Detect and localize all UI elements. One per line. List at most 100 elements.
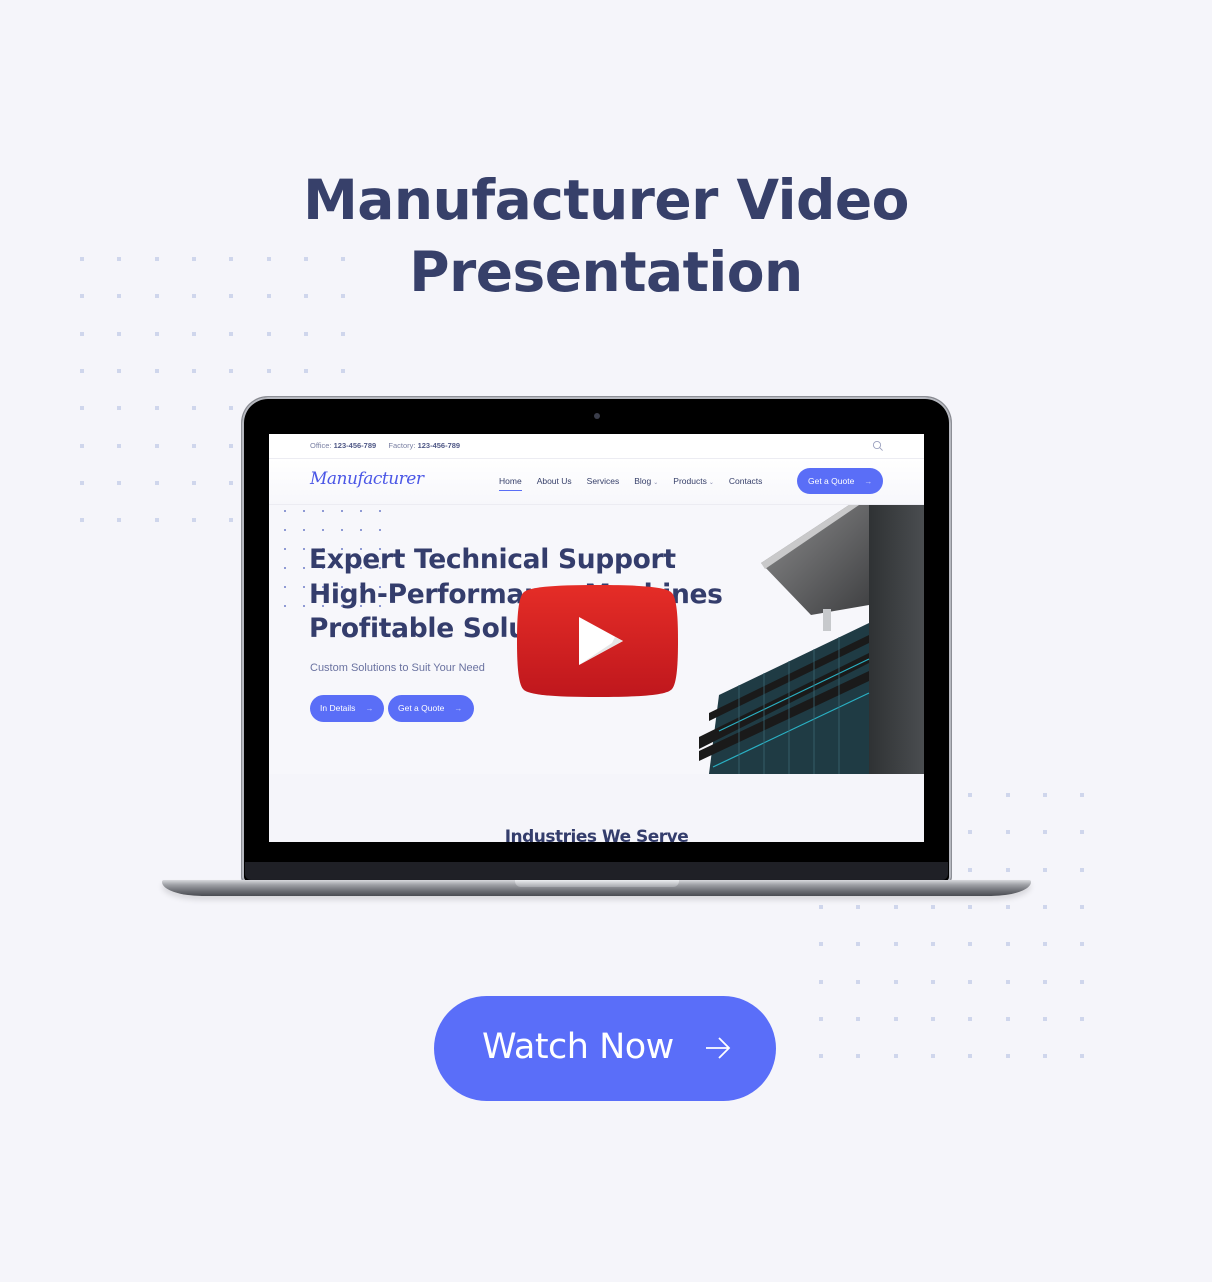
decorative-dot	[154, 518, 159, 523]
decorative-dot	[968, 867, 973, 872]
decorative-dot	[856, 904, 861, 909]
decorative-dot	[303, 548, 305, 550]
decorative-dot	[819, 1054, 823, 1059]
nav-item-contacts[interactable]: Contacts	[729, 476, 763, 486]
decorative-dot	[154, 406, 159, 411]
decorative-dot	[117, 443, 122, 448]
nav-item-home[interactable]: Home	[499, 476, 522, 491]
decorative-dot	[968, 793, 973, 797]
watch-now-button[interactable]: Watch Now	[434, 996, 776, 1101]
decorative-dot	[117, 480, 122, 485]
decorative-dot	[360, 529, 362, 531]
decorative-dot	[341, 331, 346, 336]
decorative-dot	[284, 529, 286, 531]
decorative-dot	[856, 1054, 861, 1059]
decorative-dot	[117, 406, 122, 411]
decorative-dot	[1080, 830, 1085, 835]
laptop-notch	[515, 880, 679, 887]
decorative-dot	[284, 605, 286, 607]
decorative-dot	[322, 529, 324, 531]
decorative-dot	[968, 904, 973, 909]
nav-item-blog[interactable]: Blog ⌄	[634, 476, 658, 486]
decorative-dot	[968, 830, 973, 835]
decorative-dot	[893, 942, 898, 947]
decorative-dot	[80, 368, 84, 373]
site-topbar: Office: 123-456-789 Factory: 123-456-789	[269, 434, 924, 459]
page-title-line-2: Presentation	[409, 240, 803, 304]
decorative-dot	[819, 979, 823, 984]
decorative-dot	[893, 1054, 898, 1059]
decorative-dot	[341, 529, 343, 531]
decorative-dot	[1042, 867, 1047, 872]
decorative-dot	[1005, 904, 1010, 909]
arrow-right-icon: →	[454, 704, 463, 713]
decorative-dot	[303, 567, 305, 569]
decorative-dot	[229, 480, 234, 485]
decorative-dot	[1042, 830, 1047, 835]
decorative-dot	[930, 1054, 935, 1059]
nav-item-services[interactable]: Services	[587, 476, 620, 486]
decorative-dot	[1005, 942, 1010, 947]
office-phone[interactable]: 123-456-789	[334, 441, 377, 450]
decorative-dot	[284, 567, 286, 569]
decorative-dot	[856, 979, 861, 984]
in-details-button[interactable]: In Details →	[310, 695, 384, 722]
decorative-dot	[266, 368, 271, 373]
decorative-dot	[284, 586, 286, 588]
decorative-dot	[930, 942, 935, 947]
search-icon[interactable]	[872, 440, 884, 452]
laptop-chin	[245, 862, 948, 880]
decorative-dot	[893, 904, 898, 909]
decorative-dot	[1080, 867, 1085, 872]
get-a-quote-button[interactable]: Get a Quote →	[797, 468, 883, 494]
arrow-right-icon: →	[365, 704, 374, 713]
decorative-dot	[379, 510, 381, 512]
decorative-dot	[191, 368, 196, 373]
decorative-dot	[968, 942, 973, 947]
decorative-dot	[856, 1016, 861, 1021]
decorative-dot	[1005, 793, 1010, 797]
decorative-dot	[284, 510, 286, 512]
hero-get-a-quote-button[interactable]: Get a Quote →	[388, 695, 474, 722]
decorative-dot	[1005, 1016, 1010, 1021]
decorative-dot	[117, 331, 122, 336]
decorative-dot	[1080, 1054, 1085, 1059]
decorative-dot	[191, 518, 196, 523]
factory-label: Factory:	[388, 441, 416, 450]
decorative-dot	[968, 1054, 973, 1059]
site-logo[interactable]: Manufacturer	[310, 469, 424, 489]
decorative-dot	[80, 331, 84, 336]
chevron-down-icon: ⌄	[708, 480, 714, 486]
site-nav: Home About Us Services Blog ⌄ Products ⌄ C…	[499, 476, 777, 491]
decorative-dot	[1080, 979, 1085, 984]
decorative-dot	[229, 518, 234, 523]
decorative-dot	[80, 443, 84, 448]
camera-icon	[594, 413, 600, 419]
factory-phone[interactable]: 123-456-789	[418, 441, 461, 450]
decorative-dot	[1005, 867, 1010, 872]
decorative-dot	[303, 605, 305, 607]
decorative-dot	[819, 942, 823, 947]
nav-item-about-us[interactable]: About Us	[537, 476, 572, 486]
decorative-dot	[341, 368, 346, 373]
decorative-dot	[154, 480, 159, 485]
decorative-dot	[819, 904, 823, 909]
hero-subline: Custom Solutions to Suit Your Need	[310, 662, 485, 674]
chevron-down-icon: ⌄	[653, 480, 659, 486]
decorative-dot	[229, 368, 234, 373]
decorative-dot	[341, 510, 343, 512]
nav-item-products[interactable]: Products ⌄	[673, 476, 714, 486]
page-title: Manufacturer Video Presentation	[0, 164, 1212, 308]
page: Manufacturer Video Presentation Office: …	[0, 0, 1212, 1282]
decorative-dot	[1080, 904, 1085, 909]
decorative-dot	[303, 331, 308, 336]
decorative-dot	[968, 979, 973, 984]
topbar-contacts: Office: 123-456-789 Factory: 123-456-789	[310, 441, 460, 450]
decorative-dot	[117, 368, 122, 373]
decorative-dot	[930, 904, 935, 909]
decorative-dot	[819, 1016, 823, 1021]
youtube-play-icon[interactable]	[517, 585, 678, 697]
decorative-dot	[284, 548, 286, 550]
decorative-dot	[1042, 942, 1047, 947]
decorative-dot	[154, 443, 159, 448]
